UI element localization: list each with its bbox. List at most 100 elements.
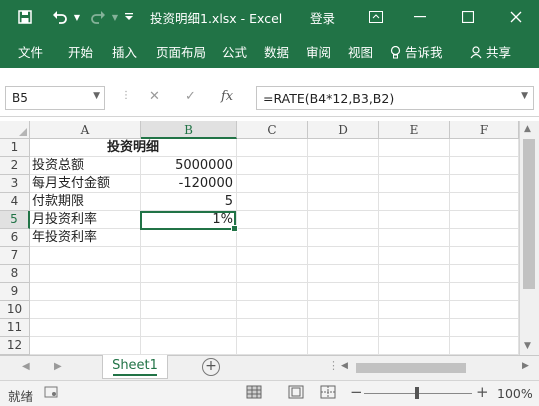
scroll-up-icon[interactable]: ▲ [524,124,531,134]
column-header-d[interactable]: D [308,121,379,139]
cell-c4[interactable] [237,193,308,211]
cell-f1[interactable] [450,139,519,157]
cell-e8[interactable] [379,265,450,283]
column-header-c[interactable]: C [237,121,308,139]
cell-a2[interactable]: 投资总额 [30,157,141,175]
normal-view-icon[interactable] [246,385,262,402]
cancel-icon[interactable]: ✕ [149,89,160,104]
cell-f3[interactable] [450,175,519,193]
cell-b11[interactable] [141,319,237,337]
undo-dropdown-icon[interactable]: ▼ [72,0,82,34]
cell-a11[interactable] [30,319,141,337]
cell-e11[interactable] [379,319,450,337]
vertical-scroll-thumb[interactable] [523,139,535,289]
row-header-6[interactable]: 6 [0,229,30,247]
cell-f11[interactable] [450,319,519,337]
cell-d7[interactable] [308,247,379,265]
column-header-e[interactable]: E [379,121,450,139]
cell-b10[interactable] [141,301,237,319]
cell-c11[interactable] [237,319,308,337]
scroll-down-icon[interactable]: ▼ [524,341,531,351]
select-all-corner[interactable] [0,121,30,139]
cell-e10[interactable] [379,301,450,319]
cell-b12[interactable] [141,337,237,355]
row-header-5[interactable]: 5 [0,211,30,229]
name-box[interactable]: B5 ▼ [5,86,105,110]
cell-d9[interactable] [308,283,379,301]
page-break-view-icon[interactable] [320,385,336,402]
row-header-3[interactable]: 3 [0,175,30,193]
row-header-9[interactable]: 9 [0,283,30,301]
add-sheet-button[interactable]: + [202,358,220,376]
sheet-tab-sheet1[interactable]: Sheet1 [102,355,168,379]
tab-view[interactable]: 视图 [348,42,373,61]
row-header-8[interactable]: 8 [0,265,30,283]
cell-c12[interactable] [237,337,308,355]
row-header-11[interactable]: 11 [0,319,30,337]
cell-d6[interactable] [308,229,379,247]
cell-f12[interactable] [450,337,519,355]
row-header-10[interactable]: 10 [0,301,30,319]
zoom-level[interactable]: 100% [497,386,533,401]
tab-split-handle-icon[interactable]: ⋮ [328,359,339,372]
cell-e2[interactable] [379,157,450,175]
tell-me-button[interactable]: 告诉我 [390,42,443,61]
macro-record-icon[interactable] [44,385,58,402]
cell-d10[interactable] [308,301,379,319]
row-header-4[interactable]: 4 [0,193,30,211]
cell-d1[interactable] [308,139,379,157]
expand-formula-icon[interactable]: ▼ [521,91,528,101]
cell-f5[interactable] [450,211,519,229]
cell-e4[interactable] [379,193,450,211]
cell-b5[interactable]: 1% [141,211,237,229]
cell-a7[interactable] [30,247,141,265]
cell-f9[interactable] [450,283,519,301]
enter-icon[interactable]: ✓ [185,89,196,104]
tab-file[interactable]: 文件 [18,42,43,61]
cell-c5[interactable] [237,211,308,229]
redo-dropdown-icon[interactable]: ▼ [110,0,120,34]
zoom-in-icon[interactable]: + [476,383,489,401]
horizontal-scrollbar[interactable] [352,362,518,374]
customize-qat-icon[interactable] [122,0,136,34]
cell-e1[interactable] [379,139,450,157]
tab-review[interactable]: 审阅 [306,42,331,61]
column-header-f[interactable]: F [450,121,519,139]
share-button[interactable]: 共享 [470,42,511,61]
cell-c2[interactable] [237,157,308,175]
prev-sheet-icon[interactable]: ◀ [22,361,30,372]
horizontal-scroll-thumb[interactable] [356,363,466,373]
cell-f4[interactable] [450,193,519,211]
cell-f2[interactable] [450,157,519,175]
chevron-down-icon[interactable]: ▼ [93,91,100,101]
scroll-left-icon[interactable]: ◀ [341,361,348,371]
column-header-b[interactable]: B [141,121,237,139]
cell-a3[interactable]: 每月支付金额 [30,175,141,193]
cell-a12[interactable] [30,337,141,355]
cell-c9[interactable] [237,283,308,301]
cell-d3[interactable] [308,175,379,193]
row-header-2[interactable]: 2 [0,157,30,175]
cell-c1[interactable] [237,139,308,157]
tab-data[interactable]: 数据 [264,42,289,61]
cell-f10[interactable] [450,301,519,319]
cell-b4[interactable]: 5 [141,193,237,211]
sign-in-link[interactable]: 登录 [310,8,335,27]
cell-b3[interactable]: -120000 [141,175,237,193]
cell-a8[interactable] [30,265,141,283]
scroll-right-icon[interactable]: ▶ [522,361,529,371]
tab-page-layout[interactable]: 页面布局 [156,42,206,61]
cell-b2[interactable]: 5000000 [141,157,237,175]
formula-input[interactable]: =RATE(B4*12,B3,B2) ▼ [256,86,534,110]
cell-e9[interactable] [379,283,450,301]
cell-c6[interactable] [237,229,308,247]
undo-icon[interactable] [48,0,72,34]
cell-a5[interactable]: 月投资利率 [30,211,141,229]
cell-d4[interactable] [308,193,379,211]
vertical-scrollbar[interactable]: ▲ ▼ [519,121,539,355]
minimize-icon[interactable] [400,0,440,34]
zoom-slider-thumb[interactable] [415,387,419,399]
cell-a9[interactable] [30,283,141,301]
resize-handle-icon[interactable]: ⋮ [121,90,131,101]
cell-a6[interactable]: 年投资利率 [30,229,141,247]
